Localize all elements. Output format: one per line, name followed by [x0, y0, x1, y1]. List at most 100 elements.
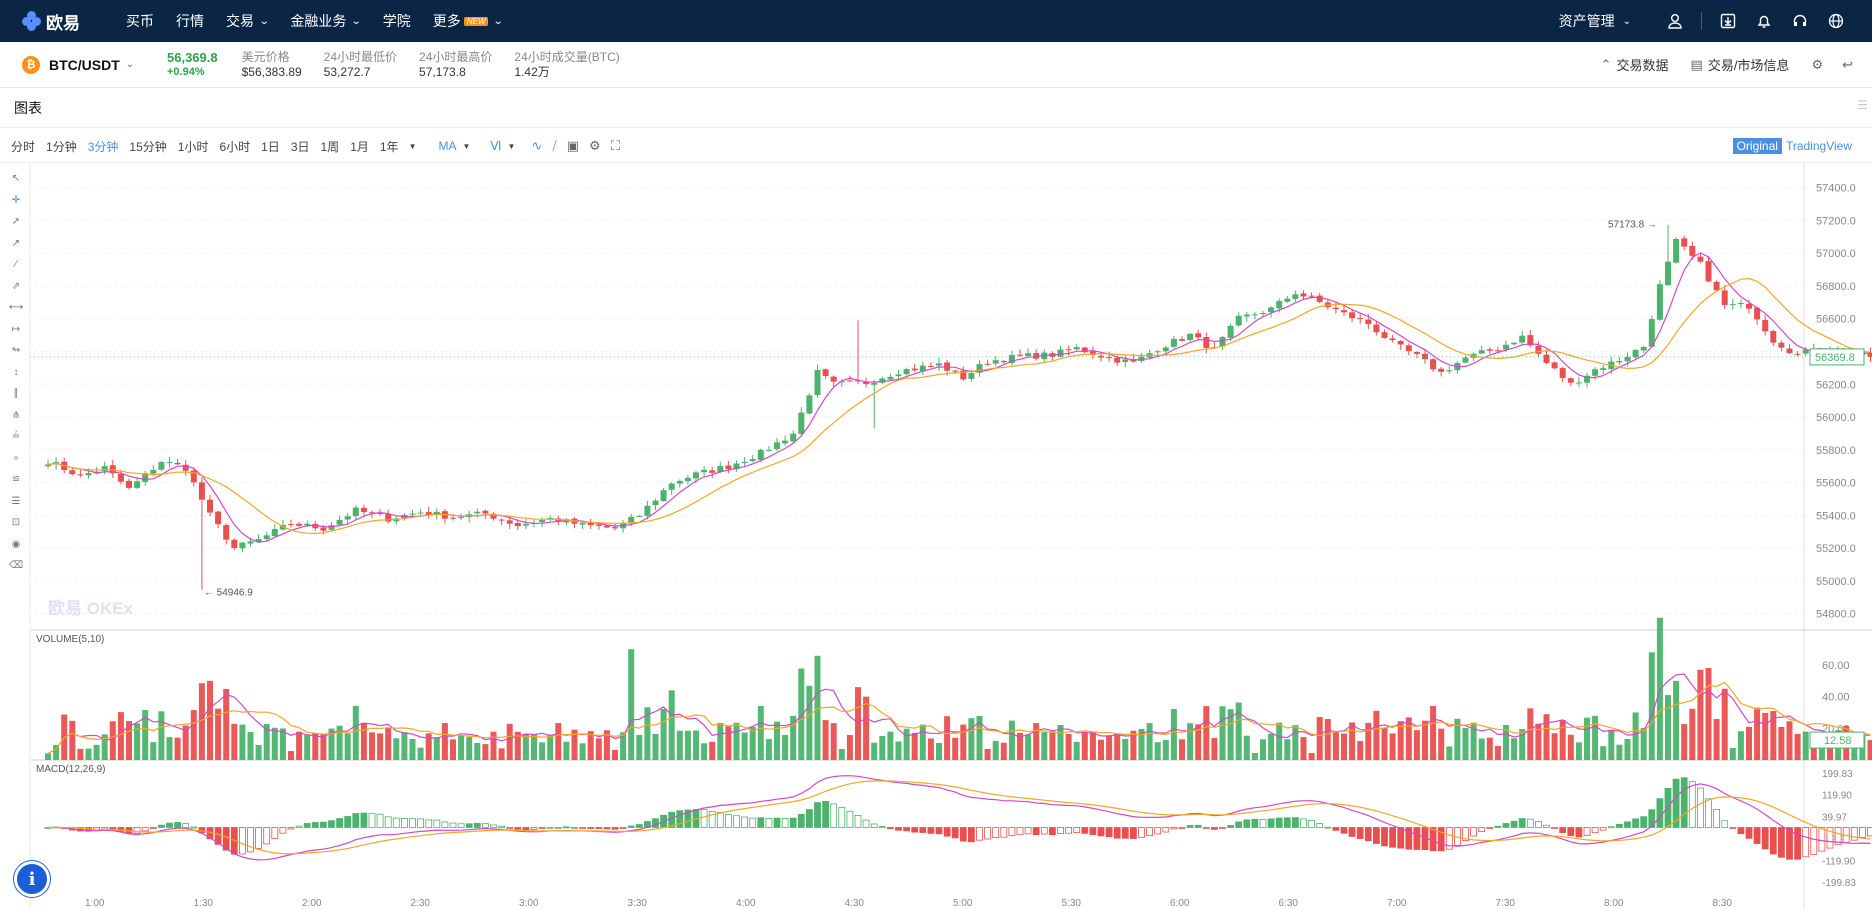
time-tick-label: 8:30: [1713, 898, 1733, 909]
macd-bar: [1332, 827, 1340, 831]
nav-item-6[interactable]: 更多 NEW ⌄: [433, 11, 504, 31]
volume-bar: [863, 696, 870, 760]
macd-bar: [1170, 827, 1178, 830]
caret-down-icon: ▼: [408, 141, 417, 151]
candle-body: [709, 470, 716, 473]
macd-bar: [417, 818, 425, 828]
candle-body: [288, 524, 294, 526]
macd-bar: [174, 822, 182, 828]
user-icon[interactable]: [1657, 0, 1693, 42]
volume-bar: [798, 668, 805, 760]
macd-bar: [303, 823, 311, 828]
candle-body: [992, 360, 999, 364]
macd-bar: [1316, 823, 1324, 828]
volume-bar: [1041, 732, 1048, 760]
candle-body: [749, 459, 756, 462]
timeframe-option[interactable]: 3分钟: [88, 138, 119, 155]
settings-button[interactable]: ⚙: [1811, 57, 1828, 73]
macd-bar: [1664, 788, 1672, 828]
timeframe-option[interactable]: 1月: [350, 138, 369, 155]
macd-bar: [700, 809, 708, 828]
volume-bar: [85, 748, 92, 760]
line-tool-icon[interactable]: ∿: [531, 138, 542, 154]
price-chart[interactable]: 欧易 OKEx 57400.0 57200.0 57000.0 56800.0 56600…: [0, 162, 1872, 909]
timeframe-option[interactable]: 分时: [11, 138, 35, 155]
panel-menu-icon[interactable]: ☰: [1857, 98, 1868, 112]
volume-bar: [1154, 742, 1161, 760]
headset-icon[interactable]: [1782, 0, 1818, 42]
back-button[interactable]: ↩: [1842, 57, 1858, 73]
indicator-select[interactable]: MA ▼: [438, 139, 470, 153]
candle-body: [207, 499, 213, 513]
timeframe-option[interactable]: 6小时: [219, 138, 250, 155]
drawing-tool-icon[interactable]: ⧸: [552, 138, 556, 154]
volume-bar: [927, 738, 934, 760]
macd-bar: [1089, 827, 1097, 835]
nav-item-4[interactable]: 金融业务 ⌄: [290, 11, 362, 31]
timeframe-year-dropdown[interactable]: ▼: [409, 142, 417, 151]
download-icon[interactable]: [1710, 0, 1746, 42]
gear-icon[interactable]: ⚙: [589, 138, 601, 154]
volume-bar: [1592, 715, 1599, 760]
volume-bar: [385, 727, 392, 760]
candle-body: [1025, 353, 1032, 357]
mode-original[interactable]: Original: [1732, 138, 1782, 154]
market-info-link[interactable]: ▤ 交易/市场信息: [1691, 55, 1790, 74]
candle-body: [644, 505, 651, 516]
info-button[interactable]: i: [14, 861, 50, 897]
volume-bar: [1656, 617, 1663, 760]
macd-bar: [1113, 827, 1121, 839]
mode-tradingview[interactable]: TradingView: [1782, 138, 1856, 154]
timeframe-option[interactable]: 1分钟: [46, 138, 77, 155]
timeframe-option[interactable]: 15分钟: [129, 138, 166, 155]
nav-item-1[interactable]: 买币: [126, 11, 154, 31]
timeframe-option[interactable]: 1小时: [178, 138, 209, 155]
candle-body: [1746, 303, 1752, 309]
volume-bar: [830, 723, 837, 760]
volume-bar: [1260, 739, 1266, 760]
candle-body: [595, 524, 602, 526]
volume-bar: [838, 749, 845, 760]
timeframe-option[interactable]: 1周: [321, 138, 340, 155]
chart-type-select[interactable]: Ⅵ ▼: [490, 139, 515, 153]
market-info-label: 交易/市场信息: [1707, 58, 1790, 73]
bell-icon[interactable]: [1746, 0, 1782, 42]
macd-tick-label: 199.83: [1822, 769, 1853, 780]
pair-selector[interactable]: ₿ BTC/USDT ⌄: [22, 55, 167, 74]
globe-icon[interactable]: [1818, 0, 1854, 42]
macd-bar: [1413, 827, 1421, 850]
trading-data-link[interactable]: ⌃ 交易数据: [1601, 55, 1669, 74]
volume-bar: [1705, 667, 1712, 760]
nav-item-2[interactable]: 行情: [176, 11, 204, 31]
macd-bar: [1810, 827, 1818, 855]
camera-icon[interactable]: ▣: [567, 138, 579, 154]
fullscreen-icon[interactable]: ⛶: [611, 138, 620, 154]
macd-tick-label: -119.90: [1822, 856, 1856, 867]
ticker-stat-value: 53,272.7: [323, 64, 371, 79]
macd-bar: [149, 827, 157, 829]
candle-body: [85, 473, 92, 476]
timeframe-option[interactable]: 3日: [291, 138, 310, 155]
last-price-block: 56,369.8 +0.94%: [167, 50, 218, 80]
macd-bar: [1324, 826, 1332, 829]
last-price-label: 56369.8: [1815, 352, 1855, 364]
nav-item-3[interactable]: 交易 ⌄: [226, 11, 270, 31]
timeframe-option[interactable]: 1日: [261, 138, 280, 155]
candle-body: [263, 535, 270, 540]
macd-bar: [425, 819, 433, 828]
nav-item-label: 交易: [226, 13, 254, 29]
candle-body: [1632, 349, 1639, 358]
volume-bar: [765, 739, 772, 760]
candle-body: [1413, 351, 1420, 354]
nav-item-5[interactable]: 学院: [383, 11, 411, 31]
brand-logo[interactable]: 欧易: [22, 9, 102, 34]
volume-bar: [628, 649, 635, 760]
timeframe-option[interactable]: 1年: [380, 138, 399, 155]
asset-management-menu[interactable]: 资产管理 ⌄: [1559, 11, 1631, 31]
candle-body: [1559, 368, 1566, 379]
volume-bar: [158, 711, 165, 760]
volume-bar: [198, 683, 205, 760]
volume-bar: [1081, 731, 1088, 760]
volume-bar: [887, 731, 894, 760]
macd-bar: [1680, 777, 1688, 828]
